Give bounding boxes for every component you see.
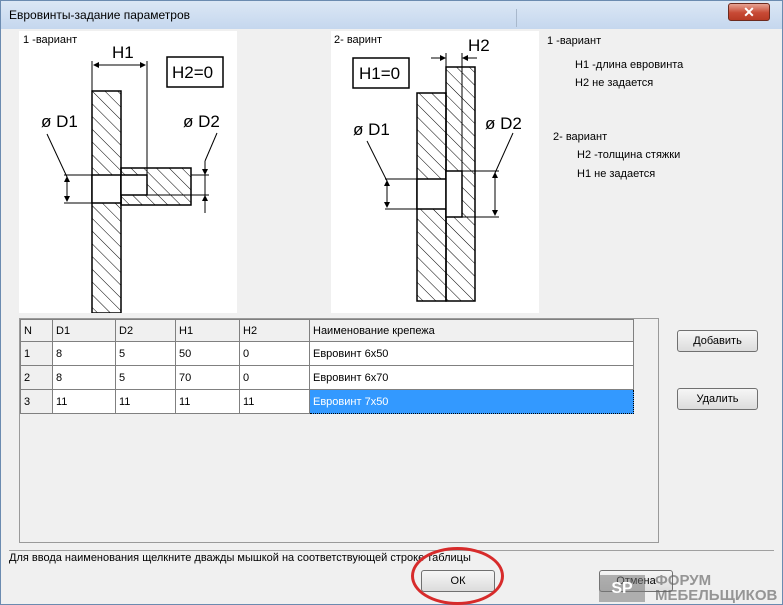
cell-d1[interactable]: 8: [52, 365, 116, 390]
cell-h2[interactable]: 0: [239, 341, 310, 366]
watermark-text: ФОРУМ МЕБЕЛЬЩИКОВ: [655, 573, 777, 603]
column-header-d2[interactable]: D2: [115, 319, 176, 342]
row-number-cell[interactable]: 1: [20, 341, 53, 366]
h2-zero-label: H2=0: [172, 63, 213, 82]
cell-name[interactable]: Евровинт 6x50: [309, 341, 634, 366]
dim-h1-label: H1: [112, 43, 134, 62]
cell-h1[interactable]: 70: [175, 365, 240, 390]
dim-d1-label: ø D1: [41, 112, 78, 131]
cell-h2[interactable]: 11: [239, 389, 310, 414]
fasteners-table: N D1 D2 H1 H2 Наименование крепежа 1 8 5…: [20, 319, 634, 414]
hole-d2: [120, 174, 148, 196]
hole-d2: [445, 170, 463, 218]
forum-watermark: SP ФОРУМ МЕБЕЛЬЩИКОВ: [599, 571, 781, 604]
figure-variant-1: 1 -вариант H1 H2=0 ø D1 ø D2: [19, 31, 237, 313]
annotation-circle: [411, 547, 504, 605]
note-v1-h2: H2 не задается: [575, 77, 654, 89]
add-button[interactable]: Добавить: [677, 330, 758, 352]
note-v2-title: 2- вариант: [553, 131, 608, 143]
status-hint: Для ввода наименования щелкните дважды м…: [9, 550, 774, 564]
hole-d1: [416, 178, 447, 210]
drawing-variant-2: H2 H1=0 ø D1 ø D2: [352, 36, 522, 302]
column-header-h2[interactable]: H2: [239, 319, 310, 342]
cell-name[interactable]: Евровинт 6x70: [309, 365, 634, 390]
cell-d2[interactable]: 5: [115, 341, 176, 366]
table-header-row: N D1 D2 H1 H2 Наименование крепежа: [20, 319, 634, 342]
column-header-n[interactable]: N: [20, 319, 53, 342]
dim-d2-label: ø D2: [485, 114, 522, 133]
watermark-line-1: ФОРУМ: [655, 572, 712, 589]
drawing-variant-1: H1 H2=0 ø D1 ø D2: [41, 43, 224, 313]
hole-d1: [91, 174, 122, 204]
title-bar: Евровинты-задание параметров ✕: [1, 1, 782, 29]
dim-d1-label: ø D1: [353, 120, 390, 139]
note-v1-h1: H1 -длина евровинта: [575, 59, 684, 71]
cell-d1[interactable]: 11: [52, 389, 116, 414]
row-number-cell[interactable]: 2: [20, 365, 53, 390]
window-title: Евровинты-задание параметров: [9, 8, 191, 22]
dim-d2-label: ø D2: [183, 112, 220, 131]
cell-name-selected[interactable]: Евровинт 7x50: [309, 389, 634, 414]
delete-button[interactable]: Удалить: [677, 388, 758, 410]
watermark-line-2: МЕБЕЛЬЩИКОВ: [655, 587, 778, 604]
cell-d2[interactable]: 11: [115, 389, 176, 414]
column-header-name[interactable]: Наименование крепежа: [309, 319, 634, 342]
table-row-selected[interactable]: 3 11 11 11 11 Евровинт 7x50: [20, 389, 634, 414]
dim-h2-label: H2: [468, 36, 490, 55]
cell-d1[interactable]: 8: [52, 341, 116, 366]
cell-h1[interactable]: 50: [175, 341, 240, 366]
fasteners-grid[interactable]: N D1 D2 H1 H2 Наименование крепежа 1 8 5…: [19, 318, 659, 543]
cell-h1[interactable]: 11: [175, 389, 240, 414]
note-v2-h1: H1 не задается: [577, 168, 656, 180]
h1-zero-label: H1=0: [359, 64, 400, 83]
table-row[interactable]: 1 8 5 50 0 Евровинт 6x50: [20, 341, 634, 366]
column-header-h1[interactable]: H1: [175, 319, 240, 342]
titlebar-divider: [516, 9, 517, 27]
close-button[interactable]: ✕: [728, 3, 770, 21]
row-number-cell[interactable]: 3: [20, 389, 53, 414]
cell-h2[interactable]: 0: [239, 365, 310, 390]
table-row[interactable]: 2 8 5 70 0 Евровинт 6x70: [20, 365, 634, 390]
note-v2-h2: H2 -толщина стяжки: [577, 149, 681, 161]
cell-d2[interactable]: 5: [115, 365, 176, 390]
figure-variant-2: 2- варинт H2 H1=0 ø D1 ø D2: [331, 31, 539, 313]
column-header-d1[interactable]: D1: [52, 319, 116, 342]
note-v1-title: 1 -вариант: [547, 35, 602, 47]
dialog-window: Евровинты-задание параметров ✕ 1 -вариан…: [0, 0, 783, 605]
watermark-logo: SP: [599, 575, 645, 602]
